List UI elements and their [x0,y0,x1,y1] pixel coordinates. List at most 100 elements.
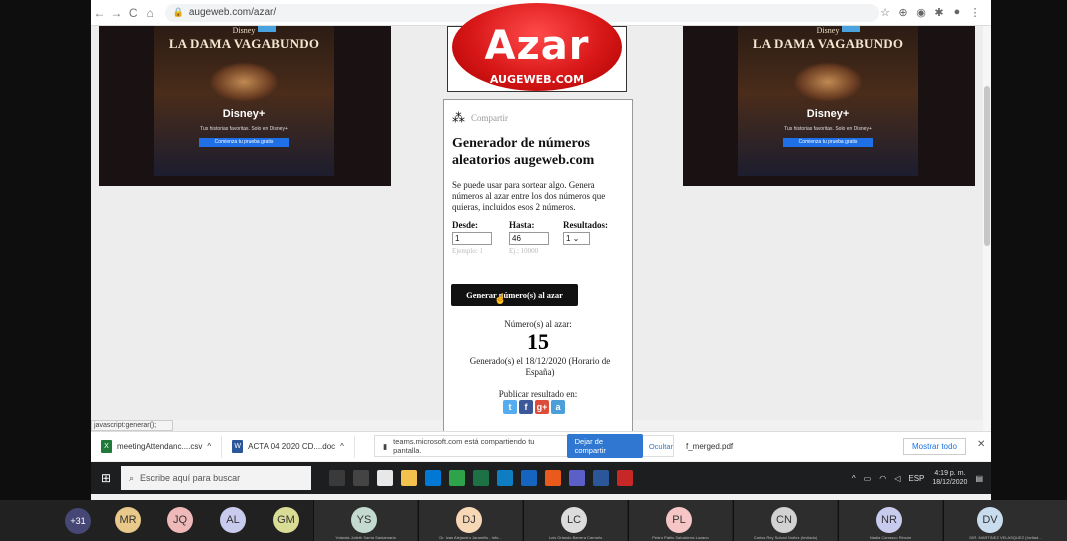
right-black-border [991,0,1067,500]
participant-tile[interactable]: YS Yolanda Julieth Sarria Santamaría [313,500,417,541]
participant-avatar: CN [771,507,797,533]
participant-avatar: DV [977,507,1003,533]
file-explorer-icon[interactable] [401,470,417,486]
ad-cta-button[interactable]: Comienza tu prueba gratis [783,138,873,147]
from-label: Desde: [452,220,478,230]
more-participants-button[interactable]: +31 [65,508,91,534]
ad-logo: Disney+ [806,108,850,120]
hide-banner-button[interactable]: Ocultar [649,442,673,451]
firefox-icon[interactable] [545,470,561,486]
results-select[interactable]: 1 ⌄ [563,232,590,245]
share-widget[interactable]: ⁂ Compartir [452,110,508,126]
edge-icon[interactable] [497,470,513,486]
participant-name: Nadia Carrasco Rincón [869,535,912,540]
teams-icon[interactable] [569,470,585,486]
participant-avatar: YS [351,507,377,533]
task-view-icon[interactable] [353,470,369,486]
word-file-icon: W [232,440,244,453]
taskbar-search[interactable]: ⌕ Escribe aquí para buscar [121,466,311,490]
result-date: Generado(s) el 18/12/2020 (Horario de Es… [469,356,611,377]
download-filename-pdf[interactable]: f_merged.pdf [686,442,733,451]
result-number: 15 [527,329,549,354]
excel-icon[interactable] [473,470,489,486]
profile-icon[interactable]: ● [951,6,963,19]
hand-cursor-icon: ☝ [494,294,507,305]
participant-tile[interactable]: DJ Dr. Ivan Alejandro Jaramillo - Info..… [418,500,522,541]
mail-icon[interactable] [425,470,441,486]
facebook-icon[interactable]: f [519,400,533,414]
participant-avatar[interactable]: GM [273,507,299,533]
twitter-icon[interactable]: t [503,400,517,414]
clock-time: 4:19 p. m. [934,470,966,477]
participant-tile[interactable]: NR Nadia Carrasco Rincón [838,500,942,541]
photos-icon[interactable] [521,470,537,486]
home-icon[interactable]: ⌂ [142,6,159,20]
office-icon[interactable] [617,470,633,486]
reload-icon[interactable]: C [125,6,142,20]
to-input[interactable]: 46 [509,232,549,245]
ad-fine-print [753,152,903,166]
participant-tile[interactable]: LC Luis Orlando Barrera Carmelo [523,500,627,541]
scrollbar-thumb[interactable] [984,86,990,246]
download-item-csv[interactable]: X meetingAttendanc....csv ^ [91,435,223,458]
cortana-icon[interactable] [329,470,345,486]
logo-subtitle: AUGEWEB.COM [489,73,585,86]
clock[interactable]: 4:19 p. m. 18/12/2020 [932,469,967,487]
participant-name: Dr. Ivan Alejandro Jaramillo - Info... [439,535,502,540]
forward-icon[interactable]: → [108,6,125,20]
volume-icon[interactable]: ◁ [894,474,900,483]
site-logo[interactable]: Azar AUGEWEB.COM [447,3,627,92]
chevron-up-icon[interactable]: ^ [207,442,211,451]
ad-banner-left[interactable]: Disney LA DAMA VAGABUNDO Disney+ Tus his… [99,26,391,186]
extension-icon[interactable]: ⊕ [897,6,909,19]
participant-avatar: DJ [456,507,482,533]
participant-name: DIR. MARTINEZ VELASQUEZ (Invitad... [969,535,1042,540]
download-item-doc[interactable]: W ACTA 04 2020 CD....doc ^ [222,435,355,458]
word-icon[interactable] [593,470,609,486]
share-icon: ⁂ [452,110,465,125]
chrome-icon[interactable] [449,470,465,486]
generate-button[interactable]: Generar número(s) al azar [451,284,578,306]
extension-icon[interactable]: ◉ [915,6,927,19]
participant-tile[interactable]: CN Carlos Rey Sulvari Nuñez (Invitado) [733,500,837,541]
from-input[interactable]: 1 [452,232,492,245]
stop-sharing-button[interactable]: Dejar de compartir [566,434,643,458]
left-black-border [0,0,91,500]
google-plus-icon[interactable]: g+ [535,400,549,414]
bookmark-star-icon[interactable]: ☆ [879,6,891,19]
participant-avatar[interactable]: MR [115,507,141,533]
puzzle-icon[interactable]: ✱ [933,6,945,19]
page-content: Disney LA DAMA VAGABUNDO Disney+ Tus his… [91,3,983,432]
windows-start-icon[interactable]: ⊞ [91,471,121,485]
logo-title: Azar [484,23,590,69]
to-label: Hasta: [509,220,535,230]
battery-icon[interactable]: ▭ [864,474,872,483]
participant-name: Pedro Pablo Salvatierra Lozano [652,535,709,540]
menu-icon[interactable]: ⋮ [969,6,981,19]
taskbar-apps [329,470,633,486]
participant-avatar[interactable]: AL [220,507,246,533]
ad-image [793,62,863,102]
chevron-up-icon[interactable]: ^ [340,442,344,451]
participant-tile[interactable]: DV DIR. MARTINEZ VELASQUEZ (Invitad... [943,500,1067,541]
ad-banner-right[interactable]: Disney LA DAMA VAGABUNDO Disney+ Tus his… [683,26,975,186]
participant-strip: +31 MR JQ AL GM YS Yolanda Julieth Sarri… [0,500,1067,541]
language-indicator[interactable]: ESP [908,474,924,483]
wifi-icon[interactable]: ◠ [879,474,886,483]
notifications-icon[interactable]: ▤ [975,474,983,483]
share-link-icon[interactable]: a [551,400,565,414]
page-scrollbar[interactable] [983,26,991,431]
participant-avatar[interactable]: JQ [167,507,193,533]
clock-date: 18/12/2020 [932,479,968,486]
show-all-downloads-button[interactable]: Mostrar todo [903,438,966,455]
results-label: Resultados: [563,220,609,230]
share-label: Compartir [471,113,508,123]
to-hint: Ej.: 10000 [509,247,539,255]
back-icon[interactable]: ← [91,6,108,20]
close-icon[interactable]: ✕ [977,439,985,450]
ad-cta-button[interactable]: Comienza tu prueba gratis [199,138,289,147]
chevron-up-icon[interactable]: ^ [852,474,856,483]
store-icon[interactable] [377,470,393,486]
participant-tile[interactable]: PL Pedro Pablo Salvatierra Lozano [628,500,732,541]
search-icon: ⌕ [129,472,135,483]
